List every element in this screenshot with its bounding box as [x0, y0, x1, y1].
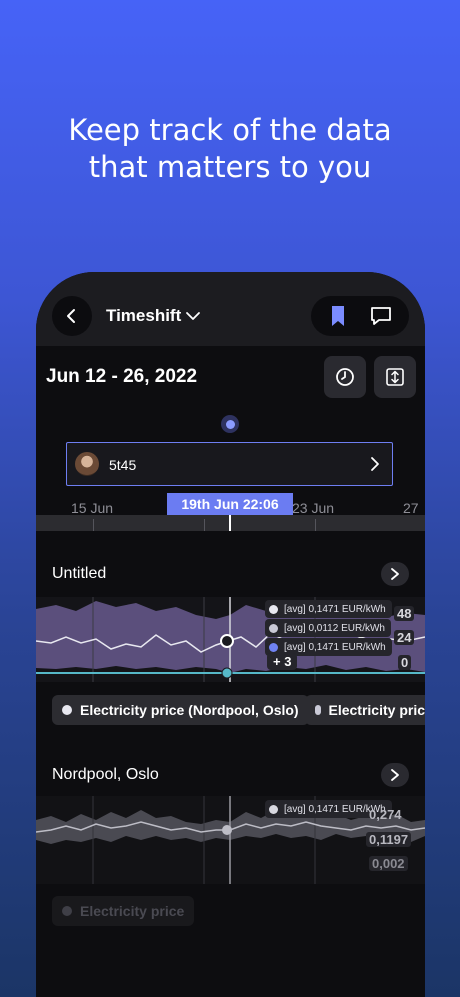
panel-2-open-button[interactable] — [381, 763, 409, 787]
legend-chip-label: Electricity price (Nordpool, Oslo) — [80, 702, 299, 718]
timeline-label-27: 27 — [403, 500, 419, 516]
chevron-down-icon — [186, 312, 201, 320]
tooltip-series-1: [avg] 0,1471 EUR/kWh — [265, 600, 392, 618]
tooltip-series-2: [avg] 0,0112 EUR/kWh — [265, 619, 391, 637]
series-dot — [269, 623, 278, 633]
comment-icon[interactable] — [369, 305, 393, 327]
panel-title-untitled: Untitled — [52, 565, 107, 582]
y-axis-value: 0 — [398, 655, 412, 670]
annotation-marker[interactable] — [221, 415, 239, 433]
phone-screen: Timeshift Jun 12 - 26, 2022 5t45 15 Jun … — [36, 272, 425, 997]
vertical-resize-icon — [386, 368, 404, 386]
tooltip-text: [avg] 0,0112 EUR/kWh — [284, 622, 385, 634]
timeline-label-15-jun: 15 Jun — [71, 500, 114, 516]
timeline-tick — [315, 519, 316, 531]
timeline-tick — [93, 519, 94, 531]
avatar — [75, 452, 99, 476]
timeline-selected-time: 19th Jun 22:06 — [167, 493, 293, 515]
chevron-right-icon — [391, 769, 399, 781]
tooltip-text: [avg] 0,1471 EUR/kWh — [284, 603, 386, 615]
series-dot — [269, 604, 278, 614]
chevron-right-icon — [391, 568, 399, 580]
history-button[interactable] — [324, 356, 366, 398]
headline-line-2: that matters to you — [88, 150, 372, 184]
timeline-label-23-jun: 23 Jun — [292, 500, 335, 516]
headline: Keep track of the data that matters to y… — [0, 112, 460, 186]
chevron-left-icon — [67, 309, 75, 323]
y-axis-value: 48 — [394, 606, 415, 621]
clock-icon — [336, 368, 354, 386]
series-dot — [62, 705, 72, 715]
legend-chip-nordpool-oslo[interactable]: Electricity price (Nordpool, Oslo) — [52, 695, 309, 725]
series-dot — [269, 804, 278, 814]
y-axis-value: 24 — [394, 630, 415, 645]
timeline-cursor[interactable] — [229, 515, 231, 531]
nav-actions — [311, 296, 409, 336]
tooltip-text: [avg] 0,1471 EUR/kWh — [284, 641, 386, 653]
legend-chip-electricity-price-dim[interactable]: Electricity price — [52, 896, 195, 926]
y-axis-value: 0,274 — [369, 807, 402, 822]
series-dot — [315, 705, 321, 715]
nav-title: Timeshift — [106, 306, 182, 325]
headline-line-1: Keep track of the data — [68, 113, 392, 147]
back-button[interactable] — [52, 296, 92, 336]
panel-1-open-button[interactable] — [381, 562, 409, 586]
resize-button[interactable] — [374, 356, 416, 398]
date-range[interactable]: Jun 12 - 26, 2022 — [46, 366, 197, 388]
timeshift-dropdown[interactable]: Timeshift — [106, 306, 201, 326]
annotation-text: 5t45 — [109, 457, 137, 473]
legend-chip-label: Electricity price — [80, 903, 185, 919]
more-series-badge[interactable]: + 3 — [267, 653, 298, 670]
y-axis-value: 0,1197 — [366, 832, 412, 847]
series-dot — [269, 642, 278, 652]
bookmark-icon[interactable] — [328, 305, 348, 327]
timeline-tick — [204, 519, 205, 531]
navigation-bar: Timeshift — [36, 272, 425, 346]
chevron-right-icon — [371, 457, 379, 471]
series-dot — [62, 906, 72, 916]
legend-chip-label: Electricity pric — [328, 702, 426, 718]
legend-chip-electricity-price[interactable]: Electricity pric — [305, 695, 425, 725]
annotation-card[interactable]: 5t45 — [66, 442, 393, 486]
panel-title-nordpool-oslo: Nordpool, Oslo — [52, 766, 159, 783]
y-axis-value: 0,002 — [369, 856, 408, 871]
